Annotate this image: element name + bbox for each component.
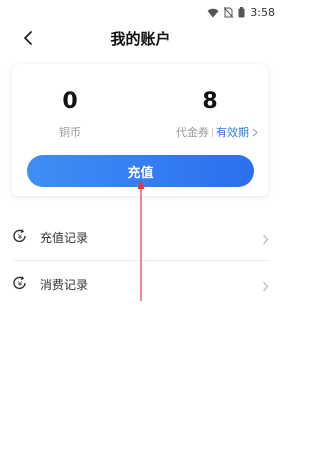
annotation-arrow [137, 180, 145, 301]
